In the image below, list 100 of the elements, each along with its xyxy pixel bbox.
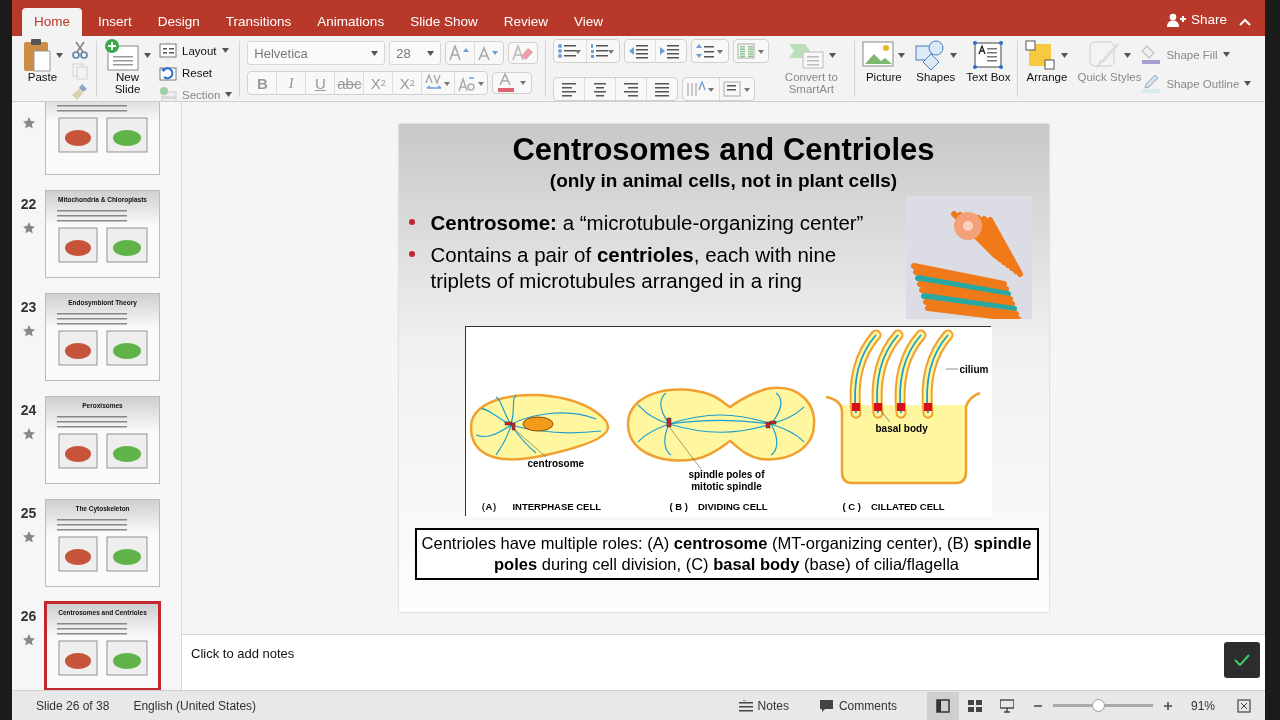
slide-thumbnail[interactable]: [45, 102, 160, 175]
fit-window-icon: [1237, 698, 1251, 713]
picture-button[interactable]: Picture: [862, 39, 906, 83]
text-box-icon: [972, 40, 1005, 70]
reset-button[interactable]: Reset: [159, 63, 233, 82]
comment-icon: [818, 699, 834, 712]
ribbon-tab[interactable]: Transitions: [215, 8, 302, 36]
language-label[interactable]: English (United States): [133, 698, 257, 713]
caret-icon: [828, 52, 836, 58]
new-slide-button[interactable]: New Slide: [104, 39, 151, 95]
star-icon: [22, 531, 35, 543]
font-color-button[interactable]: [492, 72, 533, 94]
line-spacing-icon: [695, 43, 726, 59]
ribbon-tab[interactable]: Insert: [88, 8, 142, 36]
star-icon: [22, 325, 35, 337]
font-name-field[interactable]: Helvetica: [247, 41, 386, 65]
basal-body-label: basal body: [875, 423, 928, 435]
centrosome-label: centrosome: [527, 458, 585, 470]
caret-icon: [221, 48, 229, 53]
layout-button[interactable]: Layout: [159, 41, 233, 60]
ribbon-tab[interactable]: Slide Show: [400, 8, 488, 36]
paste-button[interactable]: Paste: [22, 39, 63, 83]
cilium-label: cilium: [959, 364, 989, 376]
bullets-icon: [557, 43, 584, 59]
paint-bucket-icon: [1141, 44, 1162, 65]
check-icon: [1234, 654, 1250, 666]
textbox-button[interactable]: Text Box: [966, 39, 1011, 83]
star-icon: [22, 222, 35, 234]
slide-number: 22: [20, 196, 37, 212]
ribbon-tab[interactable]: Review: [493, 8, 558, 36]
character-spacing-icon: [425, 74, 452, 92]
ribbon-tab[interactable]: Home: [22, 8, 82, 36]
shape-outline-button[interactable]: Shape Outline: [1141, 74, 1252, 93]
shrink-font-icon: [478, 45, 501, 61]
character-spacing-button[interactable]: [422, 72, 456, 94]
zoom-percent: 91%: [1190, 698, 1215, 713]
caret-icon: [1061, 52, 1069, 58]
comments-button[interactable]: Comments: [818, 698, 897, 713]
zoom-slider-thumb[interactable]: [1091, 699, 1105, 712]
panel-title: INTERPHASE CELL: [512, 501, 602, 514]
bullet-icon: [408, 251, 415, 257]
fit-to-window-button[interactable]: [1237, 698, 1251, 713]
bullet-icon: [408, 219, 415, 225]
copy-icon: [71, 62, 89, 80]
grow-font-icon: [449, 45, 472, 61]
bullet-text: Centrosome: a “microtubule-organizing center”: [430, 210, 865, 236]
caret-icon: [225, 92, 233, 97]
bullet-text: Contains a pair of centrioles, each with nine triplets of microtubules arranged in a ring: [430, 242, 838, 294]
shapes-icon: [914, 40, 947, 70]
font-size-field[interactable]: 28: [389, 41, 442, 65]
share-button[interactable]: Share: [1166, 12, 1227, 27]
arrange-icon: [1025, 40, 1058, 70]
ribbon-tab[interactable]: Design: [147, 8, 210, 36]
columns-icon: [737, 43, 766, 59]
caret-icon: [1222, 52, 1230, 57]
spindle-poles-label: spindle poles of mitotic spindle: [687, 469, 766, 493]
pencil-icon: [1141, 73, 1162, 94]
presentation-view-icon: [999, 698, 1014, 713]
caret-icon: [427, 50, 435, 56]
normal-view-icon: [935, 698, 950, 713]
grid-view-icon: [967, 698, 982, 713]
slide-subtitle: (only in animal cells, not in plant cells): [548, 170, 899, 192]
paintbrush-icon: [71, 83, 89, 101]
shape-fill-button[interactable]: Shape Fill: [1141, 45, 1230, 64]
slide-caption: Centrioles have multiple roles: (A) centrosome (MT-organizing center), (B) spindle poles during cell division, (C) basal body (base) of cilia/flagella: [414, 528, 1039, 580]
arrange-button[interactable]: Arrange: [1025, 39, 1069, 83]
star-icon: [22, 634, 35, 646]
cut-button[interactable]: [71, 41, 89, 59]
layout-icon: [159, 41, 177, 60]
person-add-icon: [1166, 12, 1187, 27]
eraser-icon: [512, 44, 535, 62]
caret-icon: [950, 52, 958, 58]
slide-counter: Slide 26 of 38: [36, 698, 110, 713]
slide-number: 25: [20, 505, 37, 521]
ribbon-tab[interactable]: View: [563, 8, 613, 36]
align-text-icon: [723, 81, 752, 97]
panel-letter: ( B ): [669, 501, 688, 512]
caret-icon: [1123, 52, 1131, 58]
notes-icon: [738, 699, 753, 712]
panel-title: DIVIDING CELL: [697, 501, 768, 512]
grow-font-button[interactable]: [446, 42, 476, 64]
star-icon: [22, 117, 35, 129]
shapes-button[interactable]: Shapes: [914, 39, 958, 83]
view-button[interactable]: [926, 691, 959, 720]
caret-icon: [144, 52, 151, 58]
slide-number: 23: [20, 299, 37, 315]
caret-icon: [56, 52, 63, 58]
format-painter-button[interactable]: [71, 83, 89, 101]
ribbon-tab[interactable]: Animations: [307, 8, 395, 36]
notes-button[interactable]: Notes: [738, 698, 789, 713]
slide-number: 24: [20, 402, 37, 418]
star-icon: [22, 428, 35, 440]
collapse-ribbon-icon: [1239, 18, 1251, 26]
notes-field[interactable]: Click to add notes: [189, 645, 589, 662]
slide-title: Centrosomes and Centrioles: [511, 131, 936, 169]
panel-letter: ( C ): [842, 501, 861, 512]
change-case-icon: [458, 74, 485, 92]
caret-icon: [1244, 81, 1252, 86]
scissors-icon: [71, 41, 89, 59]
check-button[interactable]: [1224, 642, 1260, 678]
